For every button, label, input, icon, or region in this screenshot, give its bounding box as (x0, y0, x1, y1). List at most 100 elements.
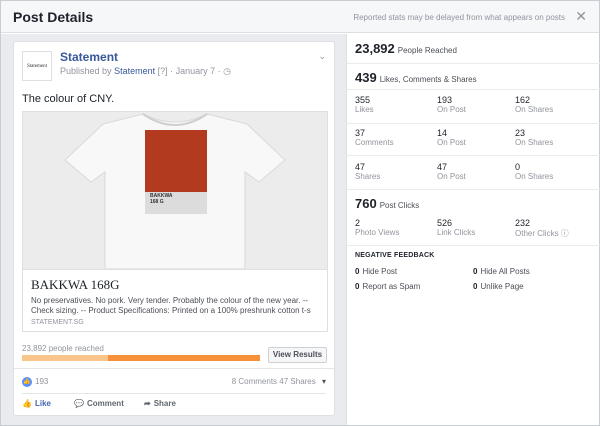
thumbs-up-icon: 👍 (22, 399, 32, 408)
post-caption: The colour of CNY. (22, 93, 115, 105)
delay-note: Reported stats may be delayed from what … (353, 13, 565, 22)
stat-value: 526 (437, 218, 453, 228)
stat-value: 355 (355, 95, 371, 105)
thumbs-up-icon: 👍 (22, 377, 32, 387)
dialog-title: Post Details (13, 9, 94, 25)
stat-cell: 0 On Shares (515, 162, 553, 181)
reach-summary-row: 23,892 People Reached (347, 34, 600, 64)
link-title: BAKKWA 168G (31, 277, 120, 292)
stat-cell: 2 Photo Views (355, 218, 399, 237)
stat-value: 47 (437, 162, 448, 172)
negative-stat: 0 Hide All Posts (473, 267, 530, 276)
stat-cell: 355 Likes (355, 95, 374, 114)
stat-label: Photo Views (355, 228, 400, 237)
stat-cell: 526 Link Clicks (437, 218, 475, 237)
stat-value: 162 (515, 95, 531, 105)
comment-button[interactable]: 💬 Comment (74, 399, 124, 408)
stat-cell: 37 Comments (355, 128, 394, 147)
stat-cell: 47 On Post (437, 162, 466, 181)
negative-stat: 0 Unlike Page (473, 282, 524, 291)
stat-label: Comments (355, 138, 394, 147)
post-details-dialog: Post Details Reported stats may be delay… (0, 0, 600, 426)
post-card: Statement Statement Published by Stateme… (13, 41, 335, 416)
stat-value: 193 (437, 95, 453, 105)
post-clicks-value: 760 (355, 196, 377, 211)
post-clicks-stat: 760 Post Clicks (355, 196, 419, 211)
like-button[interactable]: 👍 Like (22, 399, 51, 408)
stat-value: 0 (515, 162, 521, 172)
stat-value: 47 (355, 162, 366, 172)
negative-stat: 0 Hide Post (355, 267, 397, 276)
share-button[interactable]: ➦ Share (144, 399, 176, 408)
share-icon: ➦ (144, 399, 151, 408)
comment-label: Comment (86, 399, 124, 408)
published-suffix: [?] · January 7 · ◷ (157, 66, 231, 76)
stat-label: Report as Spam (362, 282, 421, 291)
negative-feedback-title: NEGATIVE FEEDBACK (355, 252, 435, 259)
stat-label: On Post (437, 138, 466, 147)
stat-label: Link Clicks (437, 228, 476, 237)
dialog-header: Post Details Reported stats may be delay… (1, 1, 599, 33)
stat-cell: 47 Shares (355, 162, 380, 181)
close-icon[interactable]: ✕ (575, 8, 587, 25)
page-name-link[interactable]: Statement (60, 50, 118, 64)
engagement-stat: 439 Likes, Comments & Shares (355, 70, 477, 85)
stat-label: Hide All Posts (480, 267, 530, 276)
likes-summary[interactable]: 👍 193 (22, 377, 48, 387)
shares-count-link[interactable]: 47 Shares (279, 377, 315, 386)
stat-label: On Post (437, 172, 466, 181)
stat-label: On Shares (515, 105, 554, 114)
stat-label: Unlike Page (480, 282, 524, 291)
people-reached-value: 23,892 (355, 41, 395, 56)
stat-cell: 193 On Post (437, 95, 466, 114)
view-results-button[interactable]: View Results (268, 347, 327, 363)
link-domain: STATEMENT.SG (31, 319, 84, 326)
post-clicks-row: 760 Post Clicks 2 Photo Views 526 Link Clic… (347, 190, 600, 246)
stat-label: Other Clicks ⓘ (515, 229, 569, 238)
stat-value: 23 (515, 128, 526, 138)
stat-value: 0 (473, 282, 478, 291)
divider (22, 393, 326, 394)
tshirt-image (23, 112, 327, 269)
divider (14, 368, 334, 369)
people-reached-label: People Reached (397, 46, 457, 55)
publisher-link[interactable]: Statement (114, 66, 155, 76)
page-avatar[interactable]: Statement (22, 51, 52, 81)
stat-value: 0 (355, 267, 360, 276)
stat-label: Likes (355, 105, 374, 114)
stat-value: 0 (355, 282, 360, 291)
link-preview[interactable]: BAKKWA 168G No preservatives. No pork. V… (23, 269, 327, 331)
comments-count-link[interactable]: 8 Comments (232, 377, 277, 386)
reaction-selector-icon[interactable]: ▾ (322, 377, 326, 386)
stat-cell: 232 Other Clicks ⓘ (515, 218, 569, 239)
engagement-summary-row: 439 Likes, Comments & Shares (347, 64, 600, 90)
stat-label: On Post (437, 105, 466, 114)
stat-cell: 14 On Post (437, 128, 466, 147)
product-photo: BAKKWA 168 G (23, 112, 327, 269)
stat-label: On Shares (515, 172, 554, 181)
comment-icon: 💬 (74, 399, 84, 408)
reach-bar (22, 355, 260, 361)
chevron-down-icon[interactable]: ⌄ (318, 51, 326, 62)
like-label: Like (34, 399, 51, 408)
post-clicks-label: Post Clicks (379, 201, 420, 210)
stat-value: 0 (473, 267, 478, 276)
stat-label: Shares (355, 172, 381, 181)
stat-value: 232 (515, 218, 531, 228)
likes-breakdown-row: 355 Likes 193 On Post 162 On Shares (347, 90, 600, 124)
link-description: No preservatives. No pork. Very tender. … (31, 296, 311, 315)
post-preview-pane: Statement Statement Published by Stateme… (1, 34, 346, 425)
shares-breakdown-row: 47 Shares 47 On Post 0 On Shares (347, 156, 600, 190)
reach-label: 23,892 people reached (22, 344, 104, 353)
negative-stat: 0 Report as Spam (355, 282, 420, 291)
engagement-counts: 8 Comments 47 Shares ▾ (232, 377, 326, 386)
swatch-label: BAKKWA 168 G (150, 193, 173, 205)
reach-bar-organic (22, 355, 108, 361)
link-attachment[interactable]: BAKKWA 168 G BAKKWA 168G No preservative… (22, 111, 328, 332)
people-reached-stat: 23,892 People Reached (355, 41, 457, 56)
stat-label: On Shares (515, 138, 554, 147)
stat-label: Hide Post (362, 267, 398, 276)
likes-count: 193 (35, 377, 49, 387)
stat-value: 37 (355, 128, 366, 138)
publish-meta: Published by Statement [?] · January 7 ·… (60, 66, 231, 77)
